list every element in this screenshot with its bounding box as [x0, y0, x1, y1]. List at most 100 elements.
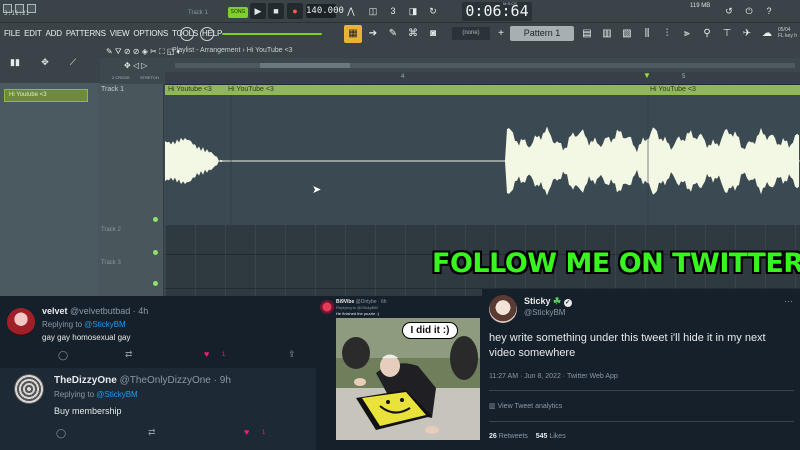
tweet-author[interactable]: velvet @velvetbutbad · 4h: [42, 306, 148, 316]
browser-clip-label: Hi Youtube <3: [9, 92, 47, 98]
record-button[interactable]: ●: [287, 3, 303, 19]
playhead-marker-icon[interactable]: ▼: [643, 71, 651, 80]
menu-file[interactable]: FILE: [4, 29, 20, 38]
track-3-mute[interactable]: [153, 281, 158, 286]
song-mode-toggle[interactable]: SONG: [228, 7, 248, 18]
fl-menu-bar: FILE EDIT ADD PATTERNS VIEW OPTIONS TOOL…: [0, 23, 800, 45]
playlist-icon[interactable]: ▤: [578, 25, 596, 43]
stop-button[interactable]: ■: [268, 3, 284, 19]
playlist-nav-icons[interactable]: ✥ ◁ ▷: [124, 61, 147, 70]
browser-panel: Hi Youtube <3: [0, 83, 100, 296]
wait-input-icon[interactable]: ◫: [364, 3, 382, 19]
author-handle: @velvetbutbad · 4h: [70, 306, 149, 316]
retweet-icon[interactable]: ⇄: [148, 427, 156, 438]
track-headers: Track 1 Track 2 Track 3: [98, 84, 164, 296]
tweet-text: He finished the puzzle :): [336, 311, 379, 316]
piano-roll-icon[interactable]: ▥: [598, 25, 616, 43]
main-volume-knob[interactable]: [180, 27, 194, 41]
avatar[interactable]: [320, 300, 334, 314]
tweet-author[interactable]: Sticky ☘ ✓: [524, 296, 572, 307]
menu-view[interactable]: VIEW: [110, 29, 130, 38]
author-name: Sticky: [524, 296, 551, 306]
fl-top-bar: 3:11:21 Track 1 SONG ▶ ■ ● 140.000 ⋀ ◫ 3…: [0, 0, 800, 23]
playlist-ruler[interactable]: 4 5 ▼: [165, 71, 800, 84]
master-slider[interactable]: [222, 33, 322, 35]
metronome-icon[interactable]: ⋀: [342, 3, 360, 19]
reply-context: Replying to @StickyBM: [42, 320, 126, 329]
loop-record-icon[interactable]: ↻: [424, 3, 442, 19]
track-1-name[interactable]: Track 1: [101, 86, 124, 93]
like-count[interactable]: 545: [536, 433, 548, 440]
plus-icon[interactable]: +: [492, 25, 510, 43]
undo-icon[interactable]: ↺: [720, 3, 738, 19]
retweet-count[interactable]: 26: [489, 433, 497, 440]
avatar[interactable]: [7, 308, 35, 336]
heart-icon[interactable]: ♥: [244, 427, 249, 437]
view-analytics-link[interactable]: ▥ View Tweet analytics: [489, 402, 562, 410]
reply-handle-link[interactable]: @StickyBM: [84, 320, 125, 329]
mixer-icon[interactable]: ⫼: [638, 25, 656, 43]
reply-icon[interactable]: ◯: [56, 428, 66, 439]
news-panel: 05/04 FL key h: [778, 27, 797, 39]
news-text: FL key h: [778, 33, 797, 39]
reply-context: Replying to @StickyBM: [336, 305, 378, 310]
horizontal-scrollbar[interactable]: [175, 63, 795, 68]
help-icon[interactable]: ?: [760, 3, 778, 19]
time-display[interactable]: 0:06:64: [462, 2, 532, 21]
menu-edit[interactable]: EDIT: [24, 29, 42, 38]
browser-options-icon[interactable]: ▮▮: [6, 53, 24, 71]
heart-icon[interactable]: ♥: [204, 349, 209, 359]
ruler-bar-5: 5: [682, 74, 686, 80]
pattern-selector[interactable]: Pattern 1: [510, 26, 574, 41]
reply-icon[interactable]: ◯: [58, 350, 68, 361]
browser-search-icon[interactable]: ⟋: [64, 53, 82, 71]
cloud-icon[interactable]: ☁: [758, 25, 776, 43]
tweet-text: Buy membership: [54, 406, 122, 416]
eq-icon[interactable]: ⫶: [658, 25, 676, 43]
clip-label-3: Hi YouTube <3: [650, 86, 696, 93]
blend-notes-icon[interactable]: ◨: [404, 3, 422, 19]
link-icon[interactable]: ⌘: [404, 25, 422, 43]
tweet-author[interactable]: TheDizzyOne @TheOnlyDizzyOne · 9h: [54, 375, 231, 386]
mouse-cursor-icon: ➤: [312, 184, 322, 196]
reply-handle-link[interactable]: @StickyBM: [96, 390, 137, 399]
avatar[interactable]: [489, 295, 517, 323]
play-button[interactable]: ▶: [250, 3, 266, 19]
browser-tree-icon[interactable]: ✥: [36, 53, 54, 71]
author-handle[interactable]: @StickyBM: [524, 308, 565, 317]
browser-audio-clip[interactable]: Hi Youtube <3: [4, 89, 88, 102]
channel-rack-icon[interactable]: ▧: [618, 25, 636, 43]
pattern-none-select[interactable]: (none): [452, 27, 490, 40]
typing-keyboard-icon[interactable]: ▦: [344, 25, 362, 43]
snap-label: 2 CROSS: [112, 75, 130, 80]
playlist-tool-icons[interactable]: ✎ ⛛ ⊘ ⊘ ◈ ✂ ⛶ ◱ 🔈︎: [106, 47, 181, 57]
tweet-velvet[interactable]: velvet @velvetbutbad · 4h Replying to @S…: [0, 296, 316, 368]
plugin-icon[interactable]: ⚲: [698, 25, 716, 43]
step-edit-icon[interactable]: ✎: [384, 25, 402, 43]
follow-banner: FOLLOW ME ON TWITTER!: [432, 248, 800, 279]
track-2-name[interactable]: Track 2: [101, 227, 121, 233]
track-2-mute[interactable]: [153, 250, 158, 255]
power-icon[interactable]: ⏻: [740, 3, 758, 19]
share-icon[interactable]: ⇪: [288, 349, 296, 360]
arrow-right-icon[interactable]: ➔: [364, 25, 382, 43]
tweet-text: gay gay homosexual gay: [42, 333, 131, 342]
tempo-tap-icon[interactable]: ⊤: [718, 25, 736, 43]
menu-options[interactable]: OPTIONS: [133, 29, 168, 38]
avatar[interactable]: [14, 374, 44, 404]
time-unit: M:S:CS: [503, 1, 517, 6]
browser-icon[interactable]: ⫸: [678, 25, 696, 43]
record-audio-icon[interactable]: ◙: [424, 25, 442, 43]
more-options-icon[interactable]: ⋯: [784, 296, 793, 307]
menu-add[interactable]: ADD: [46, 29, 63, 38]
menu-patterns[interactable]: PATTERNS: [66, 29, 106, 38]
main-pitch-knob[interactable]: [200, 27, 214, 41]
tweet-dizzy[interactable]: TheDizzyOne @TheOnlyDizzyOne · 9h Replyi…: [0, 368, 316, 450]
track-1-mute[interactable]: [153, 217, 158, 222]
export-icon[interactable]: ✈: [738, 25, 756, 43]
countdown-icon[interactable]: 3: [384, 3, 402, 19]
track-3-name[interactable]: Track 3: [101, 260, 121, 266]
tempo-display[interactable]: 140.000: [306, 4, 344, 18]
hint-track: Track 1: [188, 10, 208, 16]
retweet-icon[interactable]: ⇄: [125, 349, 133, 360]
